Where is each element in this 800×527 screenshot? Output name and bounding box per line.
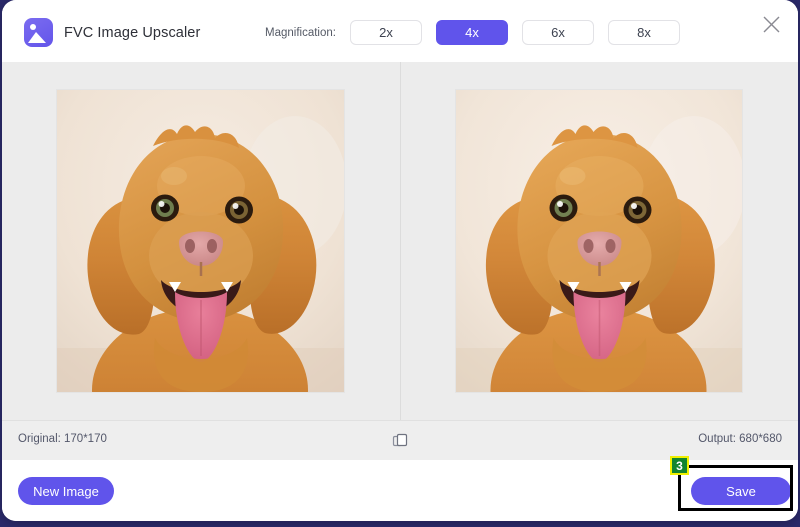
original-size-label: Original: 170*170	[18, 433, 107, 445]
magnification-options: 2x 4x 6x 8x	[350, 20, 680, 45]
magnification-option-4x[interactable]: 4x	[436, 20, 508, 45]
close-icon[interactable]	[756, 9, 786, 39]
upscaled-image-preview[interactable]	[401, 62, 799, 420]
magnification-option-8x[interactable]: 8x	[608, 20, 680, 45]
save-button[interactable]: Save	[691, 477, 791, 505]
output-size-label: Output: 680*680	[698, 433, 782, 445]
new-image-button[interactable]: New Image	[18, 477, 114, 505]
upscaled-image	[456, 90, 742, 392]
preview-area	[2, 62, 798, 420]
original-image	[57, 90, 344, 392]
annotation-step-badge: 3	[670, 456, 689, 475]
dialog-header: FVC Image Upscaler Magnification: 2x 4x …	[2, 0, 798, 63]
original-image-preview[interactable]	[2, 62, 401, 420]
upscaler-dialog: FVC Image Upscaler Magnification: 2x 4x …	[2, 0, 798, 521]
magnification-option-2x[interactable]: 2x	[350, 20, 422, 45]
page-title: FVC Image Upscaler	[64, 25, 200, 41]
compare-squares-icon[interactable]	[392, 433, 408, 449]
magnification-label: Magnification:	[265, 27, 336, 39]
magnification-control: Magnification: 2x 4x 6x 8x	[265, 20, 680, 45]
image-photo-icon	[24, 18, 53, 47]
app-brand: FVC Image Upscaler	[24, 18, 200, 47]
magnification-option-6x[interactable]: 6x	[522, 20, 594, 45]
